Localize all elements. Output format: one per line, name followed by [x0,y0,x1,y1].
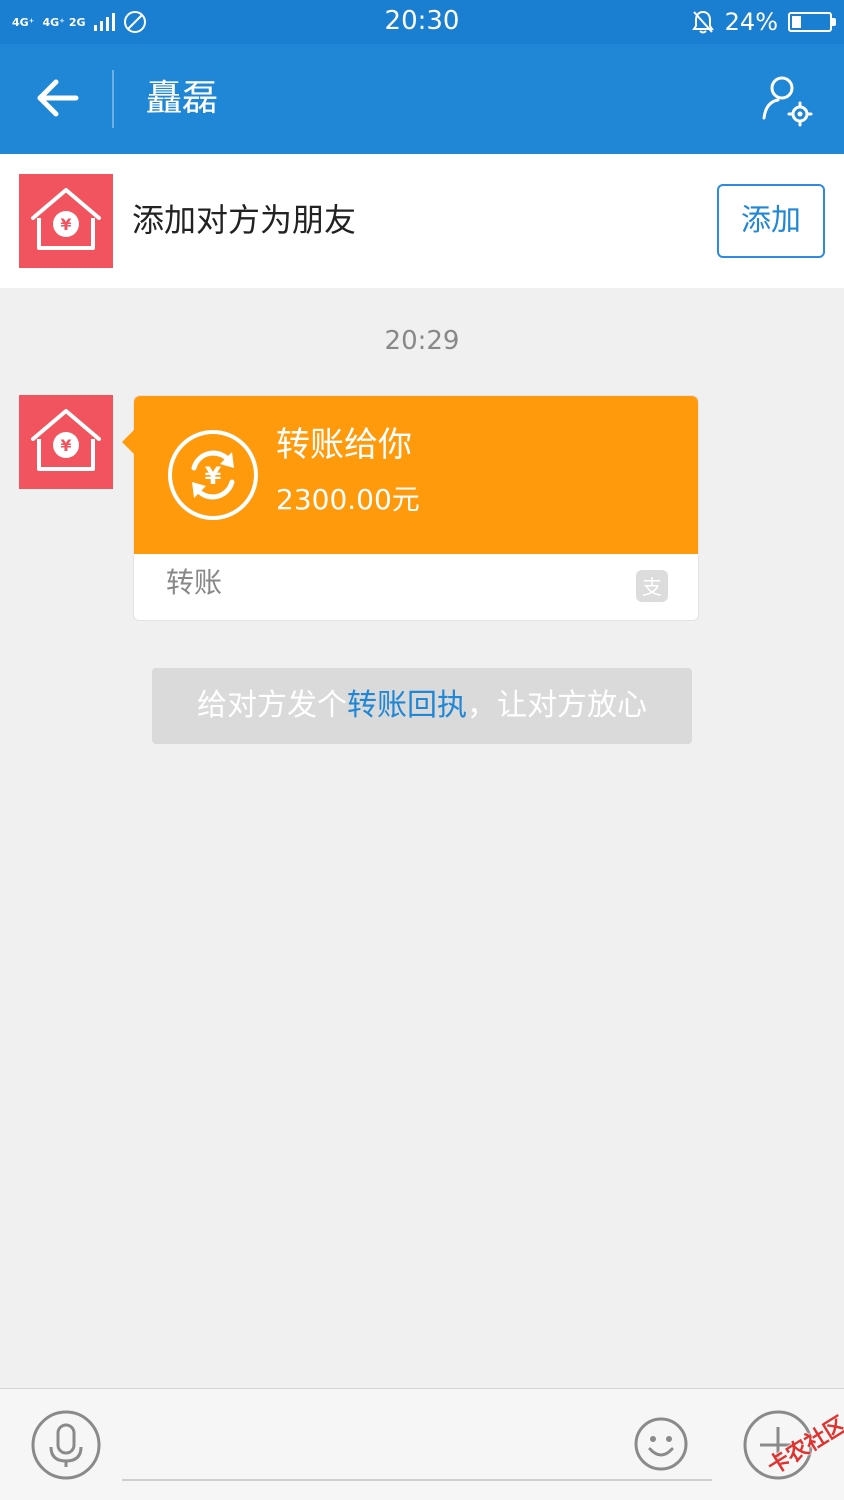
emoji-button[interactable] [634,1417,688,1471]
add-friend-button[interactable]: 添加 [717,184,825,258]
voice-input-button[interactable] [30,1409,102,1481]
transfer-yuan-icon: ¥ [166,428,260,522]
transfer-amount: 2300.00元 [276,483,420,516]
title-divider [112,70,114,128]
input-bar [0,1388,844,1500]
svg-text:支: 支 [642,575,662,599]
transfer-receipt-link[interactable]: 转账回执 [347,688,467,723]
transfer-receipt-tip: 给对方发个转账回执，让对方放心 [152,668,692,744]
status-bar: 4G⁺ 4G⁺ 2G 20:30 24% [0,0,844,44]
more-options-button[interactable] [742,1409,814,1481]
bubble-pointer [122,430,134,454]
alipay-icon: 支 [636,570,668,602]
status-right: 24% [691,6,836,38]
battery-percent: 24% [724,8,778,36]
transfer-card-header: ¥ 转账给你 2300.00元 [134,396,698,554]
svg-text:¥: ¥ [60,215,71,234]
avatar[interactable]: ¥ [19,174,113,268]
transfer-footer-label: 转账 [166,566,223,599]
battery-level [792,16,801,28]
add-friend-text: 添加对方为朋友 [132,201,357,239]
tip-prefix: 给对方发个 [197,688,347,723]
back-button[interactable] [28,68,88,128]
user-settings-icon [762,76,813,127]
arrow-left-icon [37,79,79,117]
transfer-message-card[interactable]: ¥ 转账给你 2300.00元 转账 支 [122,395,699,621]
title-bar: 矗磊 [0,44,844,154]
house-yuan-icon: ¥ [31,188,101,250]
page-title: 矗磊 [146,78,219,119]
chat-timestamp: 20:29 [384,326,460,356]
battery-icon [788,12,836,32]
bell-muted-icon [691,10,714,34]
plus-icon [743,1410,813,1480]
tip-suffix: ，让对方放心 [467,688,647,723]
microphone-icon [31,1410,101,1480]
svg-text:¥: ¥ [60,436,71,455]
svg-text:¥: ¥ [205,462,222,490]
house-yuan-icon: ¥ [31,409,101,471]
message-input[interactable] [122,1409,712,1481]
add-friend-banner: ¥ 添加对方为朋友 添加 [0,154,844,288]
profile-settings-button[interactable] [756,70,816,130]
sender-avatar[interactable]: ¥ [19,395,113,489]
smiley-icon [634,1417,688,1471]
transfer-title: 转账给你 [276,425,412,465]
